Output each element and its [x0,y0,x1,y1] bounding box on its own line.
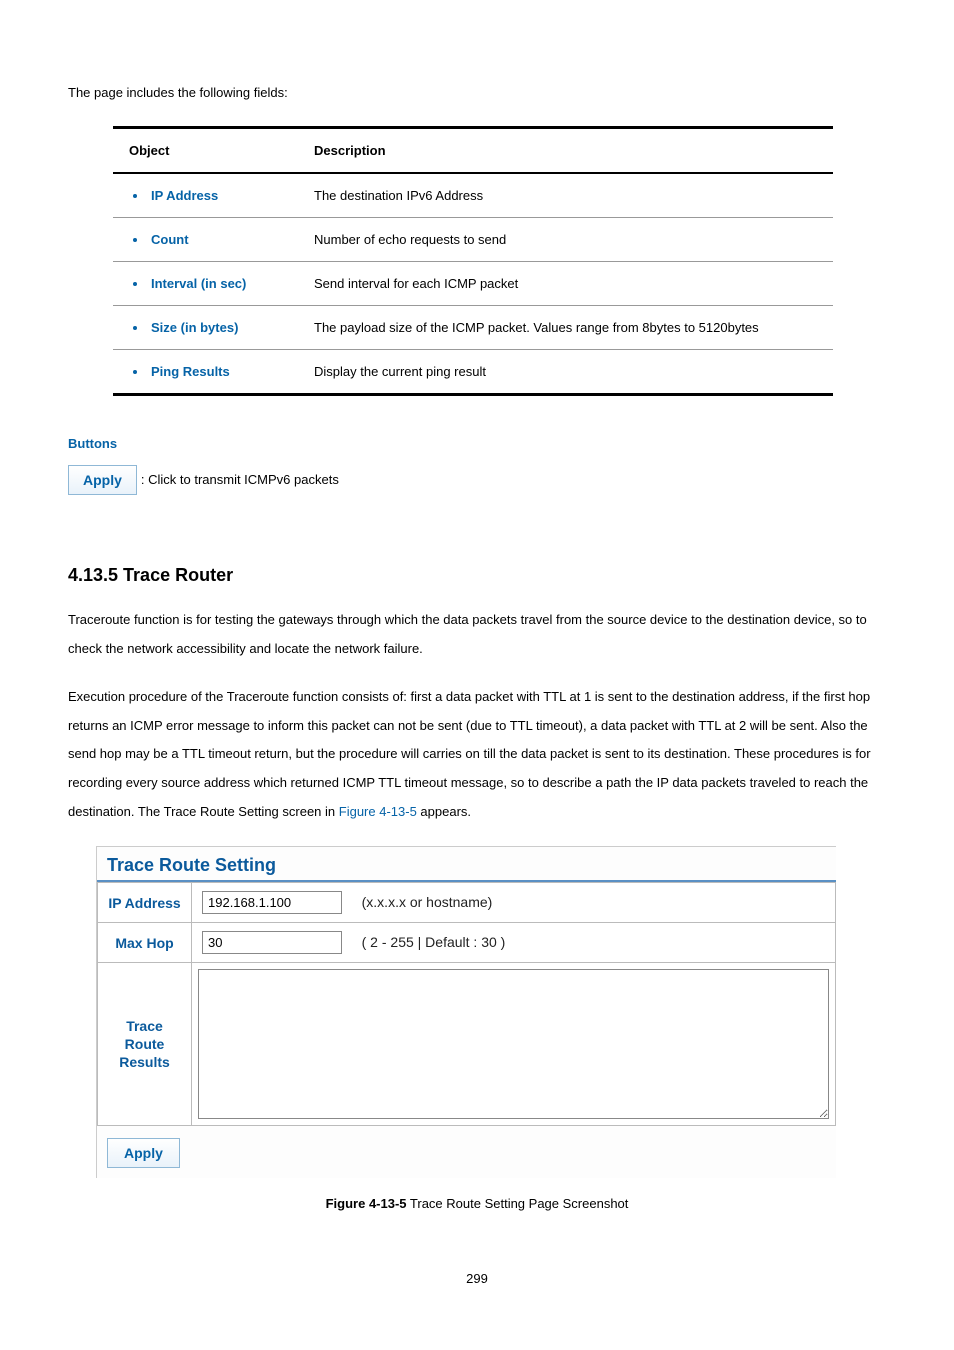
panel-title: Trace Route Setting [97,849,836,882]
table-row: Count Number of echo requests to send [113,218,833,262]
form-row-ip: IP Address (x.x.x.x or hostname) [98,883,836,923]
ip-address-input[interactable] [202,891,342,914]
max-hop-hint: ( 2 - 255 | Default : 30 ) [362,934,506,950]
results-textarea[interactable] [198,969,829,1119]
object-description: Number of echo requests to send [298,218,833,262]
ip-address-label: IP Address [98,883,192,923]
figure-link[interactable]: Figure 4-13-5 [339,804,417,819]
object-description: The destination IPv6 Address [298,173,833,218]
page-number: 299 [68,1271,886,1286]
form-row-results: Trace Route Results [98,963,836,1126]
apply-button-desc: : Click to transmit ICMPv6 packets [141,467,339,493]
table-row: Interval (in sec) Send interval for each… [113,262,833,306]
figure-caption-number: Figure 4-13-5 [326,1196,407,1211]
section-title: 4.13.5 Trace Router [68,565,886,586]
object-label: Interval (in sec) [133,276,282,291]
fields-intro: The page includes the following fields: [68,80,886,106]
object-label: IP Address [133,188,282,203]
object-description: Send interval for each ICMP packet [298,262,833,306]
apply-button-doc: Apply [68,465,137,495]
trace-route-form: IP Address (x.x.x.x or hostname) Max Hop… [97,882,836,1126]
section-para2-a: Execution procedure of the Traceroute fu… [68,689,871,818]
section-para-2: Execution procedure of the Traceroute fu… [68,683,886,826]
fields-table: Object Description IP Address The destin… [113,126,833,396]
apply-button[interactable]: Apply [107,1138,180,1168]
table-row: Size (in bytes) The payload size of the … [113,306,833,350]
buttons-heading: Buttons [68,436,886,451]
object-label: Count [133,232,282,247]
figure-caption: Figure 4-13-5 Trace Route Setting Page S… [68,1196,886,1211]
max-hop-input[interactable] [202,931,342,954]
form-row-maxhop: Max Hop ( 2 - 255 | Default : 30 ) [98,923,836,963]
results-label: Trace Route Results [98,963,192,1126]
figure-caption-text: Trace Route Setting Page Screenshot [407,1196,629,1211]
section-para2-b: appears. [417,804,471,819]
object-description: The payload size of the ICMP packet. Val… [298,306,833,350]
object-label: Size (in bytes) [133,320,282,335]
table-row: Ping Results Display the current ping re… [113,350,833,395]
ip-address-hint: (x.x.x.x or hostname) [362,894,493,910]
max-hop-label: Max Hop [98,923,192,963]
col-object-header: Object [113,128,298,174]
object-description: Display the current ping result [298,350,833,395]
object-label: Ping Results [133,364,282,379]
section-para-1: Traceroute function is for testing the g… [68,606,886,663]
col-description-header: Description [298,128,833,174]
trace-route-screenshot: Trace Route Setting IP Address (x.x.x.x … [96,846,836,1178]
table-row: IP Address The destination IPv6 Address [113,173,833,218]
